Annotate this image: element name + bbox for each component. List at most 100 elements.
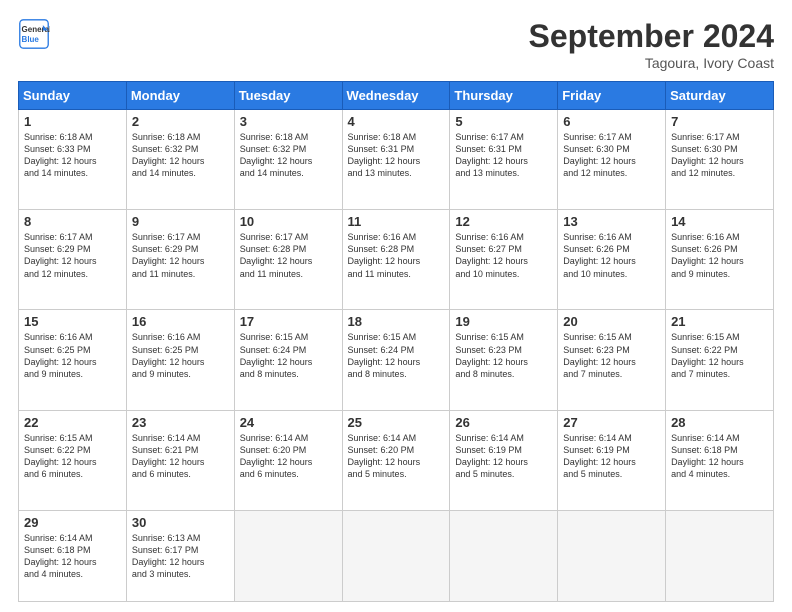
cell-details: Sunrise: 6:15 AMSunset: 6:23 PMDaylight:… [455,331,552,380]
day-number: 29 [24,515,121,530]
day-number: 9 [132,214,229,229]
day-number: 10 [240,214,337,229]
cell-details: Sunrise: 6:17 AMSunset: 6:30 PMDaylight:… [671,131,768,180]
calendar-cell: 9 Sunrise: 6:17 AMSunset: 6:29 PMDaylight… [126,210,234,310]
day-number: 7 [671,114,768,129]
calendar-cell: 1 Sunrise: 6:18 AMSunset: 6:33 PMDaylight… [19,110,127,210]
cell-details: Sunrise: 6:17 AMSunset: 6:28 PMDaylight:… [240,231,337,280]
cell-details: Sunrise: 6:17 AMSunset: 6:29 PMDaylight:… [132,231,229,280]
cell-details: Sunrise: 6:14 AMSunset: 6:20 PMDaylight:… [348,432,445,481]
day-number: 19 [455,314,552,329]
calendar-cell: 18Sunrise: 6:15 AMSunset: 6:24 PMDayligh… [342,310,450,410]
cell-details: Sunrise: 6:15 AMSunset: 6:22 PMDaylight:… [671,331,768,380]
cell-details: Sunrise: 6:14 AMSunset: 6:19 PMDaylight:… [563,432,660,481]
weekday-header: Friday [558,82,666,110]
calendar-cell: 29 Sunrise: 6:14 AMSunset: 6:18 PMDayligh… [19,510,127,601]
day-number: 25 [348,415,445,430]
day-number: 15 [24,314,121,329]
calendar-cell: 12 Sunrise: 6:16 AMSunset: 6:27 PMDayligh… [450,210,558,310]
weekday-header: Thursday [450,82,558,110]
calendar-table: SundayMondayTuesdayWednesdayThursdayFrid… [18,81,774,602]
cell-details: Sunrise: 6:16 AMSunset: 6:27 PMDaylight:… [455,231,552,280]
day-number: 1 [24,114,121,129]
calendar-week-row: 1 Sunrise: 6:18 AMSunset: 6:33 PMDaylight… [19,110,774,210]
cell-details: Sunrise: 6:18 AMSunset: 6:32 PMDaylight:… [240,131,337,180]
day-number: 28 [671,415,768,430]
calendar-cell [234,510,342,601]
calendar-week-row: 22 Sunrise: 6:15 AMSunset: 6:22 PMDayligh… [19,410,774,510]
month-title: September 2024 [529,18,774,55]
calendar-cell: 6Sunrise: 6:17 AMSunset: 6:30 PMDaylight… [558,110,666,210]
cell-details: Sunrise: 6:14 AMSunset: 6:21 PMDaylight:… [132,432,229,481]
calendar-header-row: SundayMondayTuesdayWednesdayThursdayFrid… [19,82,774,110]
page: General Blue September 2024 Tagoura, Ivo… [0,0,792,612]
calendar-week-row: 29 Sunrise: 6:14 AMSunset: 6:18 PMDayligh… [19,510,774,601]
day-number: 3 [240,114,337,129]
calendar-cell: 27 Sunrise: 6:14 AMSunset: 6:19 PMDayligh… [558,410,666,510]
weekday-header: Tuesday [234,82,342,110]
cell-details: Sunrise: 6:15 AMSunset: 6:24 PMDaylight:… [348,331,445,380]
day-number: 17 [240,314,337,329]
weekday-header: Monday [126,82,234,110]
title-block: September 2024 Tagoura, Ivory Coast [529,18,774,71]
calendar-cell: 30Sunrise: 6:13 AMSunset: 6:17 PMDayligh… [126,510,234,601]
location: Tagoura, Ivory Coast [529,55,774,71]
weekday-header: Saturday [666,82,774,110]
calendar-cell: 20Sunrise: 6:15 AMSunset: 6:23 PMDayligh… [558,310,666,410]
calendar-cell: 14 Sunrise: 6:16 AMSunset: 6:26 PMDayligh… [666,210,774,310]
calendar-cell: 8Sunrise: 6:17 AMSunset: 6:29 PMDaylight… [19,210,127,310]
calendar-cell: 22 Sunrise: 6:15 AMSunset: 6:22 PMDayligh… [19,410,127,510]
cell-details: Sunrise: 6:13 AMSunset: 6:17 PMDaylight:… [132,532,229,581]
day-number: 2 [132,114,229,129]
cell-details: Sunrise: 6:16 AMSunset: 6:25 PMDaylight:… [24,331,121,380]
day-number: 26 [455,415,552,430]
calendar-cell [342,510,450,601]
weekday-header: Wednesday [342,82,450,110]
logo: General Blue [18,18,50,50]
day-number: 12 [455,214,552,229]
calendar-cell: 13 Sunrise: 6:16 AMSunset: 6:26 PMDayligh… [558,210,666,310]
cell-details: Sunrise: 6:17 AMSunset: 6:30 PMDaylight:… [563,131,660,180]
day-number: 24 [240,415,337,430]
calendar-cell: 16 Sunrise: 6:16 AMSunset: 6:25 PMDayligh… [126,310,234,410]
calendar-cell: 21Sunrise: 6:15 AMSunset: 6:22 PMDayligh… [666,310,774,410]
calendar-cell: 5Sunrise: 6:17 AMSunset: 6:31 PMDaylight… [450,110,558,210]
calendar-week-row: 15 Sunrise: 6:16 AMSunset: 6:25 PMDayligh… [19,310,774,410]
calendar-cell: 4 Sunrise: 6:18 AMSunset: 6:31 PMDaylight… [342,110,450,210]
calendar-cell: 19 Sunrise: 6:15 AMSunset: 6:23 PMDayligh… [450,310,558,410]
day-number: 13 [563,214,660,229]
weekday-header: Sunday [19,82,127,110]
calendar-cell: 17 Sunrise: 6:15 AMSunset: 6:24 PMDayligh… [234,310,342,410]
cell-details: Sunrise: 6:15 AMSunset: 6:22 PMDaylight:… [24,432,121,481]
cell-details: Sunrise: 6:18 AMSunset: 6:31 PMDaylight:… [348,131,445,180]
calendar-cell: 3 Sunrise: 6:18 AMSunset: 6:32 PMDaylight… [234,110,342,210]
day-number: 23 [132,415,229,430]
calendar-cell: 28Sunrise: 6:14 AMSunset: 6:18 PMDayligh… [666,410,774,510]
day-number: 16 [132,314,229,329]
day-number: 22 [24,415,121,430]
cell-details: Sunrise: 6:14 AMSunset: 6:19 PMDaylight:… [455,432,552,481]
day-number: 20 [563,314,660,329]
day-number: 14 [671,214,768,229]
header: General Blue September 2024 Tagoura, Ivo… [18,18,774,71]
calendar-cell [558,510,666,601]
calendar-cell: 24 Sunrise: 6:14 AMSunset: 6:20 PMDayligh… [234,410,342,510]
cell-details: Sunrise: 6:14 AMSunset: 6:18 PMDaylight:… [24,532,121,581]
cell-details: Sunrise: 6:17 AMSunset: 6:31 PMDaylight:… [455,131,552,180]
day-number: 8 [24,214,121,229]
day-number: 4 [348,114,445,129]
calendar-cell: 11Sunrise: 6:16 AMSunset: 6:28 PMDayligh… [342,210,450,310]
day-number: 27 [563,415,660,430]
cell-details: Sunrise: 6:16 AMSunset: 6:26 PMDaylight:… [563,231,660,280]
cell-details: Sunrise: 6:16 AMSunset: 6:25 PMDaylight:… [132,331,229,380]
logo-icon: General Blue [18,18,50,50]
calendar-cell: 23 Sunrise: 6:14 AMSunset: 6:21 PMDayligh… [126,410,234,510]
calendar-cell [450,510,558,601]
day-number: 11 [348,214,445,229]
cell-details: Sunrise: 6:15 AMSunset: 6:24 PMDaylight:… [240,331,337,380]
calendar-cell: 10 Sunrise: 6:17 AMSunset: 6:28 PMDayligh… [234,210,342,310]
cell-details: Sunrise: 6:16 AMSunset: 6:26 PMDaylight:… [671,231,768,280]
cell-details: Sunrise: 6:18 AMSunset: 6:33 PMDaylight:… [24,131,121,180]
cell-details: Sunrise: 6:14 AMSunset: 6:20 PMDaylight:… [240,432,337,481]
calendar-cell: 25 Sunrise: 6:14 AMSunset: 6:20 PMDayligh… [342,410,450,510]
